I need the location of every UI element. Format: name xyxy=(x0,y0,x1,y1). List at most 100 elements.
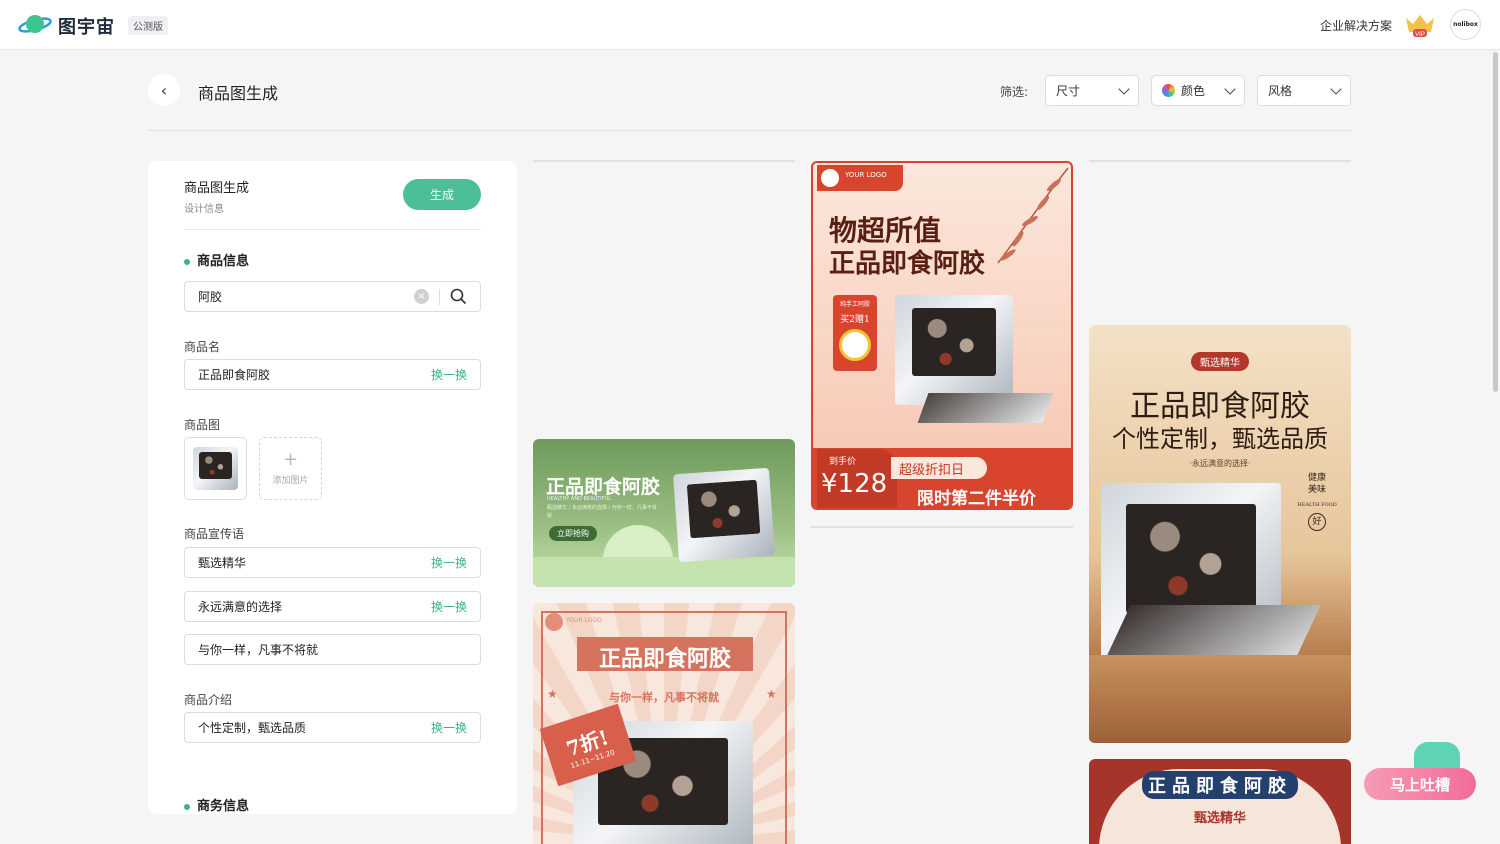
clear-icon[interactable]: × xyxy=(414,289,429,304)
style-filter-label: 风格 xyxy=(1268,84,1293,98)
poster-tag: 甄选精华 xyxy=(1191,352,1249,371)
poster-card-navy[interactable]: 正品即食阿胶 甄选精华 xyxy=(1089,759,1351,844)
generate-button[interactable]: 生成 xyxy=(403,179,481,210)
slogan-field-1[interactable]: 甄选精华 换一换 xyxy=(184,547,481,578)
planet-logo-icon[interactable] xyxy=(18,12,52,38)
header-divider xyxy=(148,130,1352,131)
slogan-value: 永远满意的选择 xyxy=(198,600,283,614)
plus-icon: + xyxy=(282,449,299,470)
poster-card-green[interactable]: 正品即食阿胶 HEALTHY AND BEAUTIFUL 甄选精华 / 永远满意… xyxy=(533,439,795,587)
tag-line2: 买2赠1 xyxy=(840,315,870,325)
design-info-panel: 商品图生成 设计信息 生成 商品信息 阿胶 × 商品名 正品即食阿胶 换一换 商… xyxy=(148,161,517,814)
swap-button[interactable]: 换一换 xyxy=(431,719,467,736)
vip-crown-icon[interactable]: VIP xyxy=(1404,12,1436,38)
poster-ground xyxy=(533,557,795,587)
slogan-value: 与你一样，凡事不将就 xyxy=(198,643,319,657)
product-slice xyxy=(917,393,1054,423)
slogan-label: 商品宣传语 xyxy=(184,527,245,541)
price-value: ¥128 xyxy=(821,469,888,499)
scrollbar[interactable] xyxy=(1493,52,1498,392)
poster-sub: 与你一样，凡事不将就 xyxy=(609,691,719,704)
poster-card-retro[interactable]: YOUR LOGO 正品即食阿胶 ★ ★ 与你一样，凡事不将就 7折! 11.1… xyxy=(533,603,795,844)
side-line4: 好 xyxy=(1308,512,1326,531)
promo-text: 限时第二件半价 xyxy=(917,489,1036,509)
product-image xyxy=(895,295,1013,405)
slogan-field-2[interactable]: 永远满意的选择 换一换 xyxy=(184,591,481,622)
slogan-value: 甄选精华 xyxy=(198,556,247,570)
chevron-down-icon xyxy=(1224,82,1236,95)
product-name-value: 正品即食阿胶 xyxy=(198,368,271,382)
column-line xyxy=(1089,160,1351,162)
intro-field[interactable]: 个性定制，甄选品质 换一换 xyxy=(184,712,481,743)
poster-sub: 甄选精华 xyxy=(1193,811,1246,826)
input-separator xyxy=(439,288,440,305)
column-line xyxy=(533,160,795,162)
size-filter-label: 尺寸 xyxy=(1056,84,1081,98)
panel-title: 商品图生成 xyxy=(184,181,250,196)
product-image xyxy=(193,447,238,490)
poster-card-red[interactable]: YOUR LOGO 物超所值 正品即食阿胶 纯手工阿胶 买2赠1 到手价 ¥12… xyxy=(811,161,1073,510)
search-value: 阿胶 xyxy=(198,290,223,304)
slogan-field-3[interactable]: 与你一样，凡事不将就 xyxy=(184,634,481,665)
poster-title-text: 正品即食阿胶 xyxy=(1142,771,1298,799)
color-filter-select[interactable]: 颜色 xyxy=(1151,75,1245,106)
user-avatar[interactable]: nolibox xyxy=(1450,9,1481,40)
beta-badge: 公测版 xyxy=(128,16,168,35)
product-search-input[interactable]: 阿胶 × xyxy=(184,281,481,312)
search-icon[interactable] xyxy=(450,288,467,305)
logo-icon xyxy=(821,169,839,187)
promo-badge: 超级折扣日 xyxy=(891,457,987,479)
promo-tag: 纯手工阿胶 买2赠1 xyxy=(833,295,877,371)
section-business-info: 商务信息 xyxy=(184,795,249,814)
brand-name[interactable]: 图宇宙 xyxy=(58,13,115,39)
side-line1: 健康 xyxy=(1307,473,1326,483)
product-name-label: 商品名 xyxy=(184,340,221,354)
column-line xyxy=(811,526,1073,528)
stone-base xyxy=(1089,655,1351,743)
size-filter-select[interactable]: 尺寸 xyxy=(1045,75,1139,106)
product-image xyxy=(673,467,775,563)
filter-label: 筛选: xyxy=(1000,85,1029,99)
poster-line2: 正品即食阿胶 xyxy=(829,249,986,279)
price-label: 到手价 xyxy=(829,457,857,467)
add-image-label: 添加图片 xyxy=(272,476,309,486)
side-text: 健康 美味 HEALTH FOOD 好 xyxy=(1295,473,1339,531)
swap-button[interactable]: 换一换 xyxy=(431,366,467,383)
intro-label: 商品介绍 xyxy=(184,693,233,707)
chevron-down-icon xyxy=(1118,82,1130,95)
intro-value: 个性定制，甄选品质 xyxy=(198,721,307,735)
swap-button[interactable]: 换一换 xyxy=(431,598,467,615)
poster-line2: 个性定制，甄选品质 xyxy=(1112,425,1328,453)
poster-logo: YOUR LOGO xyxy=(566,617,602,624)
poster-card-beige[interactable]: 甄选精华 正品即食阿胶 个性定制，甄选品质 ·永远满意的选择· 健康 美味 HE… xyxy=(1089,325,1351,743)
poster-desc: 甄选精华 / 永远满意的选择 / 与你一样，凡事不将就 xyxy=(547,505,657,519)
top-bar: 图宇宙 公测版 企业解决方案 VIP nolibox xyxy=(0,0,1500,50)
poster-title: 正品即食阿胶 xyxy=(1089,771,1351,799)
poster-sub: HEALTHY AND BEAUTIFUL xyxy=(547,496,612,502)
style-filter-select[interactable]: 风格 xyxy=(1257,75,1351,106)
section-product-info: 商品信息 xyxy=(184,250,249,269)
qr-code-icon xyxy=(839,329,871,361)
poster-cta: 立即抢购 xyxy=(549,526,597,541)
side-line2: 美味 xyxy=(1307,484,1326,495)
side-line3: HEALTH FOOD xyxy=(1297,502,1337,509)
product-slice xyxy=(1107,605,1321,655)
swap-button[interactable]: 换一换 xyxy=(431,554,467,571)
color-wheel-icon xyxy=(1162,84,1175,97)
poster-sub: ·永远满意的选择· xyxy=(1189,459,1251,468)
poster-title: 正品即食阿胶 xyxy=(598,646,731,672)
panel-subtitle: 设计信息 xyxy=(184,204,224,215)
page-title: 商品图生成 xyxy=(198,84,279,103)
enterprise-link[interactable]: 企业解决方案 xyxy=(1320,17,1392,34)
product-name-field[interactable]: 正品即食阿胶 换一换 xyxy=(184,359,481,390)
color-filter-label: 颜色 xyxy=(1181,84,1206,98)
logo-icon xyxy=(545,613,563,631)
leaf-decoration-icon xyxy=(997,167,1069,264)
feedback-button[interactable]: 马上吐槽 xyxy=(1364,768,1476,800)
add-image-button[interactable]: + 添加图片 xyxy=(259,437,322,500)
back-button[interactable]: ‹ xyxy=(148,74,180,106)
product-image-label: 商品图 xyxy=(184,418,221,432)
chevron-down-icon xyxy=(1330,82,1342,95)
poster-title: 正品即食阿胶 xyxy=(546,476,661,498)
product-image-thumb[interactable] xyxy=(184,437,247,500)
